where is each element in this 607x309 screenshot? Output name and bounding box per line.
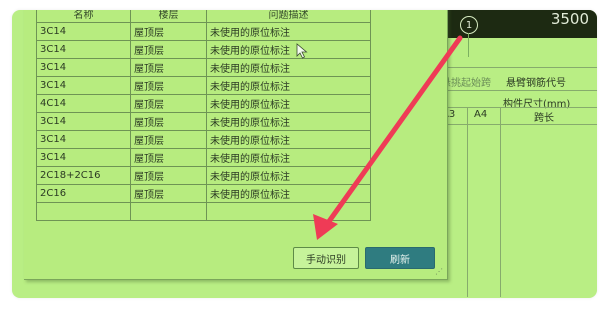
annotation-arrow-icon [313, 35, 463, 240]
screenshot-photo: 3500 1 悬挑起始跨 悬臂钢筋代号 构件尺寸(mm) A3 A4 跨长 名称… [12, 10, 597, 298]
